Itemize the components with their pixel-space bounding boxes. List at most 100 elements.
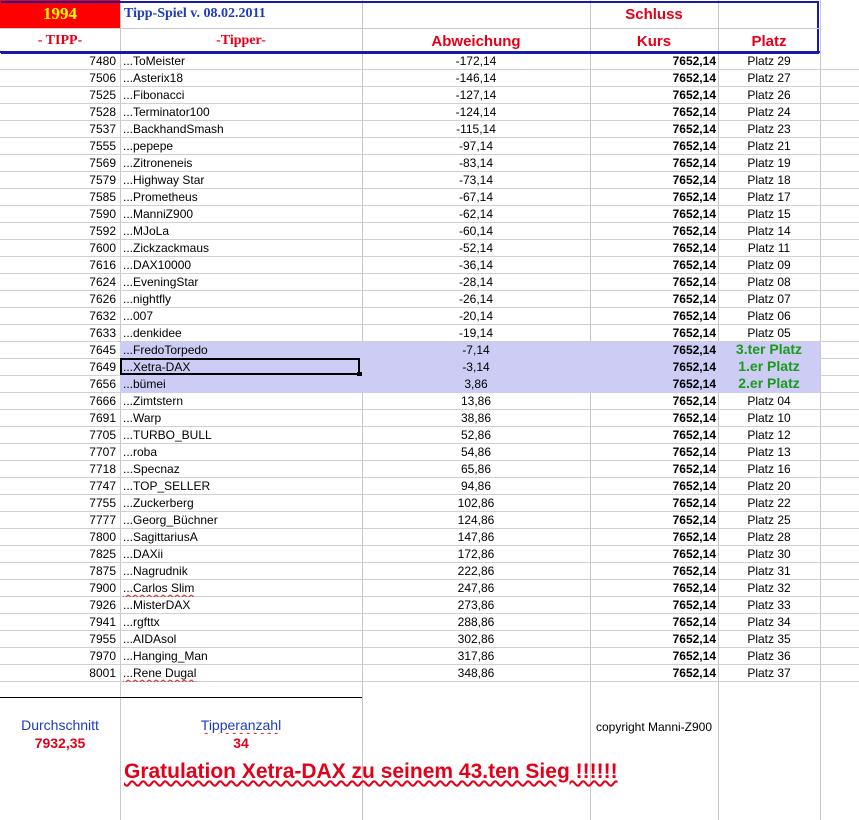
kurs-cell[interactable]: 7652,14 xyxy=(590,648,716,665)
kurs-cell[interactable]: 7652,14 xyxy=(590,189,716,206)
tipp-cell[interactable]: 7632 xyxy=(0,308,116,325)
abweichung-cell[interactable]: -172,14 xyxy=(362,53,590,70)
tipp-cell[interactable]: 7525 xyxy=(0,87,116,104)
header-col-tipp[interactable]: - TIPP- xyxy=(0,33,120,51)
kurs-cell[interactable]: 7652,14 xyxy=(590,563,716,580)
tipper-cell[interactable]: ...EveningStar xyxy=(123,274,361,291)
platz-cell[interactable]: Platz 28 xyxy=(718,529,820,546)
tipper-cell[interactable]: ...Carlos Slim xyxy=(123,580,361,597)
tipp-cell[interactable]: 7875 xyxy=(0,563,116,580)
abweichung-cell[interactable]: 348,86 xyxy=(362,665,590,682)
kurs-cell[interactable]: 7652,14 xyxy=(590,410,716,427)
platz-cell[interactable]: Platz 10 xyxy=(718,410,820,427)
tipper-cell[interactable]: ...007 xyxy=(123,308,361,325)
platz-cell[interactable]: Platz 27 xyxy=(718,70,820,87)
tipper-cell[interactable]: ...BackhandSmash xyxy=(123,121,361,138)
year-cell[interactable]: 1994 xyxy=(0,0,120,28)
tipper-cell[interactable]: ...FredoTorpedo xyxy=(123,342,361,359)
abweichung-cell[interactable]: 52,86 xyxy=(362,427,590,444)
tipp-cell[interactable]: 7926 xyxy=(0,597,116,614)
kurs-cell[interactable]: 7652,14 xyxy=(590,427,716,444)
abweichung-cell[interactable]: 288,86 xyxy=(362,614,590,631)
header-col-tipper[interactable]: -Tipper- xyxy=(120,33,362,51)
platz-cell[interactable]: Platz 21 xyxy=(718,138,820,155)
abweichung-cell[interactable]: -60,14 xyxy=(362,223,590,240)
kurs-cell[interactable]: 7652,14 xyxy=(590,546,716,563)
abweichung-cell[interactable]: -146,14 xyxy=(362,70,590,87)
header-col-kurs[interactable]: Kurs xyxy=(590,33,718,51)
tipper-cell[interactable]: ...MJoLa xyxy=(123,223,361,240)
tipp-cell[interactable]: 7555 xyxy=(0,138,116,155)
tipp-cell[interactable]: 7590 xyxy=(0,206,116,223)
schluss-cell[interactable]: Schluss xyxy=(590,6,718,26)
kurs-cell[interactable]: 7652,14 xyxy=(590,240,716,257)
platz-cell[interactable]: Platz 35 xyxy=(718,631,820,648)
platz-cell[interactable]: Platz 26 xyxy=(718,87,820,104)
platz-cell[interactable]: Platz 15 xyxy=(718,206,820,223)
tipp-cell[interactable]: 7633 xyxy=(0,325,116,342)
platz-cell[interactable]: Platz 29 xyxy=(718,53,820,70)
platz-cell[interactable]: Platz 31 xyxy=(718,563,820,580)
kurs-cell[interactable]: 7652,14 xyxy=(590,325,716,342)
platz-cell[interactable]: Platz 05 xyxy=(718,325,820,342)
kurs-cell[interactable]: 7652,14 xyxy=(590,155,716,172)
platz-cell[interactable]: Platz 07 xyxy=(718,291,820,308)
kurs-cell[interactable]: 7652,14 xyxy=(590,461,716,478)
kurs-cell[interactable]: 7652,14 xyxy=(590,291,716,308)
tipper-cell[interactable]: ...SagittariusA xyxy=(123,529,361,546)
tipp-cell[interactable]: 7718 xyxy=(0,461,116,478)
tipperanzahl-value-cell[interactable]: 34 xyxy=(120,735,362,752)
tipp-cell[interactable]: 7645 xyxy=(0,342,116,359)
tipper-cell[interactable]: ...TOP_SELLER xyxy=(123,478,361,495)
platz-cell[interactable]: Platz 36 xyxy=(718,648,820,665)
kurs-cell[interactable]: 7652,14 xyxy=(590,274,716,291)
kurs-cell[interactable]: 7652,14 xyxy=(590,223,716,240)
tipp-cell[interactable]: 7705 xyxy=(0,427,116,444)
tipper-cell[interactable]: ...AIDAsol xyxy=(123,631,361,648)
platz-cell[interactable]: Platz 09 xyxy=(718,257,820,274)
platz-cell[interactable]: Platz 22 xyxy=(718,495,820,512)
kurs-cell[interactable]: 7652,14 xyxy=(590,393,716,410)
abweichung-cell[interactable]: 222,86 xyxy=(362,563,590,580)
tipper-cell[interactable]: ...ToMeister xyxy=(123,53,361,70)
kurs-cell[interactable]: 7652,14 xyxy=(590,206,716,223)
tipper-cell[interactable]: ...Georg_Büchner xyxy=(123,512,361,529)
tipp-cell[interactable]: 7955 xyxy=(0,631,116,648)
active-cell-selection[interactable] xyxy=(120,358,362,377)
tipp-cell[interactable]: 7707 xyxy=(0,444,116,461)
kurs-cell[interactable]: 7652,14 xyxy=(590,597,716,614)
tipp-cell[interactable]: 7626 xyxy=(0,291,116,308)
abweichung-cell[interactable]: 3,86 xyxy=(362,376,590,393)
platz-cell[interactable]: Platz 30 xyxy=(718,546,820,563)
kurs-cell[interactable]: 7652,14 xyxy=(590,138,716,155)
platz-cell[interactable]: Platz 04 xyxy=(718,393,820,410)
abweichung-cell[interactable]: -115,14 xyxy=(362,121,590,138)
kurs-cell[interactable]: 7652,14 xyxy=(590,665,716,682)
gratulation-cell[interactable]: Gratulation Xetra-DAX zu seinem 43.ten S… xyxy=(124,758,744,786)
tipper-cell[interactable]: ...Terminator100 xyxy=(123,104,361,121)
kurs-cell[interactable]: 7652,14 xyxy=(590,104,716,121)
kurs-cell[interactable]: 7652,14 xyxy=(590,257,716,274)
tipp-cell[interactable]: 7506 xyxy=(0,70,116,87)
platz-cell[interactable]: Platz 18 xyxy=(718,172,820,189)
kurs-cell[interactable]: 7652,14 xyxy=(590,580,716,597)
tipp-cell[interactable]: 7649 xyxy=(0,359,116,376)
abweichung-cell[interactable]: -67,14 xyxy=(362,189,590,206)
title-cell[interactable]: Tipp-Spiel v. 08.02.2011 xyxy=(124,6,360,26)
abweichung-cell[interactable]: -26,14 xyxy=(362,291,590,308)
platz-cell[interactable]: Platz 16 xyxy=(718,461,820,478)
tipper-cell[interactable]: ...Zimtstern xyxy=(123,393,361,410)
abweichung-cell[interactable]: 273,86 xyxy=(362,597,590,614)
tipp-cell[interactable]: 7747 xyxy=(0,478,116,495)
abweichung-cell[interactable]: 247,86 xyxy=(362,580,590,597)
kurs-cell[interactable]: 7652,14 xyxy=(590,376,716,393)
tipp-cell[interactable]: 7579 xyxy=(0,172,116,189)
tipp-cell[interactable]: 7941 xyxy=(0,614,116,631)
abweichung-cell[interactable]: 124,86 xyxy=(362,512,590,529)
tipper-cell[interactable]: ...DAXii xyxy=(123,546,361,563)
header-col-abweichung[interactable]: Abweichung xyxy=(362,33,590,51)
tipper-cell[interactable]: ...Nagrudnik xyxy=(123,563,361,580)
tipper-cell[interactable]: ...Hanging_Man xyxy=(123,648,361,665)
tipper-cell[interactable]: ...Zuckerberg xyxy=(123,495,361,512)
tipp-cell[interactable]: 7825 xyxy=(0,546,116,563)
